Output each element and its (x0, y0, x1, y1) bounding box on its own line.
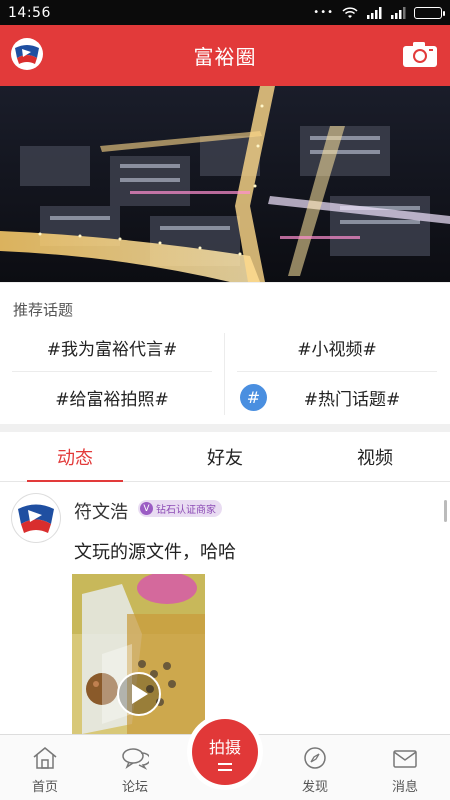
signal-icon (367, 6, 382, 19)
badge-label: 钻石认证商家 (156, 505, 216, 516)
status-time: 14:56 (8, 4, 51, 21)
app-screen: 14:56 ••• 富裕圈 推荐话题 #我为富裕代言# #小视频# #给富裕拍照… (0, 0, 450, 800)
system-icons: ••• (313, 6, 445, 19)
topics-heading: 推荐话题 (13, 301, 74, 319)
nav-home[interactable]: 首页 (0, 735, 90, 800)
signal-icon (391, 6, 406, 19)
scrollbar[interactable] (444, 500, 447, 522)
nav-messages[interactable]: 消息 (360, 735, 450, 800)
verified-icon: V (140, 502, 153, 515)
divider (237, 371, 437, 372)
battery-icon (414, 6, 445, 19)
play-icon[interactable] (117, 672, 161, 716)
wifi-icon (342, 6, 358, 18)
shoot-button-label: 拍摄 (208, 737, 241, 757)
nav-discover[interactable]: 发现 (270, 735, 360, 800)
post-username[interactable]: 符文浩 (74, 498, 128, 524)
divider (12, 371, 212, 372)
nav-forum-label: 论坛 (121, 780, 148, 795)
nav-messages-label: 消息 (391, 780, 418, 795)
night-city-aerial-image[interactable] (0, 86, 450, 282)
page-title: 富裕圈 (193, 45, 257, 69)
menu-lines-icon (218, 762, 232, 771)
topic-item[interactable]: #我为富裕代言# (12, 327, 212, 367)
shoot-button[interactable]: 拍摄 (192, 719, 258, 785)
app-header: 富裕圈 (0, 25, 450, 86)
post-text: 文玩的源文件，哈哈 (74, 542, 236, 563)
message-icon (393, 750, 417, 768)
camera-icon[interactable] (402, 40, 438, 68)
verified-badge: V 钻石认证商家 (138, 500, 222, 517)
nav-forum[interactable]: 论坛 (90, 735, 180, 800)
topic-item[interactable]: #热门话题# (237, 377, 437, 417)
avatar[interactable] (12, 494, 60, 542)
status-bar: 14:56 ••• (0, 0, 450, 25)
feed-tabs: 动态 好友 视频 (0, 432, 450, 482)
tab-videos[interactable]: 视频 (300, 432, 450, 481)
tab-dynamics[interactable]: 动态 (0, 432, 150, 482)
topic-item[interactable]: #小视频# (237, 327, 437, 367)
recommended-topics: 推荐话题 #我为富裕代言# #小视频# #给富裕拍照# # #热门话题# (0, 282, 450, 424)
topic-item[interactable]: #给富裕拍照# (12, 377, 212, 417)
feed-post: 符文浩 V 钻石认证商家 文玩的源文件，哈哈 (0, 482, 450, 734)
discover-icon (304, 747, 326, 769)
tab-friends[interactable]: 好友 (150, 432, 300, 481)
forum-icon (122, 748, 149, 770)
dots-icon: ••• (313, 7, 334, 18)
nav-discover-label: 发现 (301, 780, 328, 795)
home-icon (33, 747, 57, 769)
divider (224, 333, 225, 415)
section-gap (0, 424, 450, 432)
shoot-button-wrap: 拍摄 (187, 714, 263, 790)
fuyu-logo-icon[interactable] (11, 38, 43, 70)
nav-home-label: 首页 (31, 780, 58, 795)
